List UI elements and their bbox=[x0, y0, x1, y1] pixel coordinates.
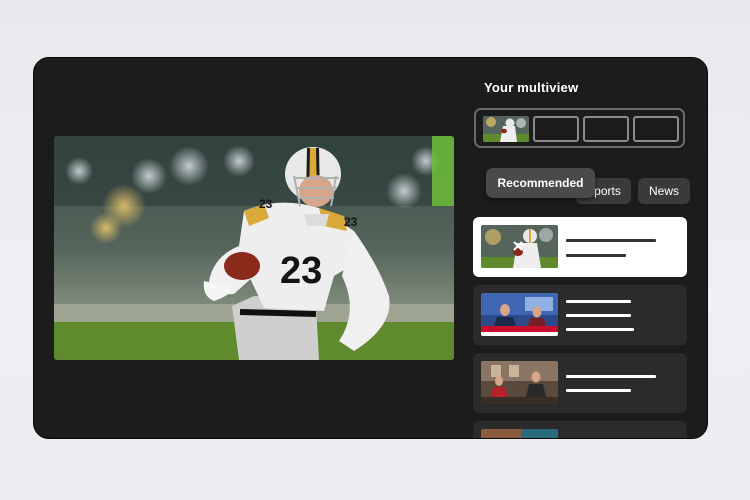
multiview-slot-1[interactable] bbox=[483, 116, 529, 142]
football-thumbnail-image bbox=[481, 225, 558, 268]
card-title-line bbox=[566, 375, 656, 378]
multiview-slot-2[interactable] bbox=[533, 116, 579, 142]
card-thumbnail-football bbox=[481, 225, 558, 268]
panel-title: Your multiview bbox=[484, 80, 579, 95]
jersey-number: 23 bbox=[280, 250, 322, 292]
multiview-slot-4[interactable] bbox=[633, 116, 679, 142]
shoulder-number-right: 23 bbox=[344, 215, 358, 229]
card-title-line bbox=[566, 239, 656, 242]
card-thumbnail-talk-show bbox=[481, 361, 558, 404]
card-subtitle-line bbox=[566, 389, 631, 392]
tab-recommended-tooltip[interactable]: Recommended bbox=[486, 168, 595, 198]
multiview-panel: Your multiview Sports News Recommended bbox=[472, 58, 692, 438]
partial-thumbnail-image bbox=[481, 429, 558, 438]
main-video-player[interactable]: 23 23 23 bbox=[54, 136, 454, 360]
card-title-line bbox=[566, 300, 631, 303]
multiview-slots bbox=[474, 108, 685, 148]
recommended-card-4[interactable] bbox=[473, 421, 687, 438]
news-anchors-image bbox=[481, 293, 558, 336]
recommended-card-1[interactable] bbox=[473, 217, 687, 277]
card-subtitle-line bbox=[566, 254, 626, 257]
card-thumbnail-partial bbox=[481, 429, 558, 438]
card-meta-line bbox=[566, 328, 634, 331]
recommended-card-3[interactable] bbox=[473, 353, 687, 413]
slot-thumbnail-football bbox=[483, 116, 529, 142]
recommended-card-2[interactable] bbox=[473, 285, 687, 345]
football-player-image: 23 23 23 bbox=[54, 136, 454, 360]
tab-news[interactable]: News bbox=[638, 178, 690, 204]
tv-screen: 23 23 23 Your multiview Sports News Reco… bbox=[33, 57, 708, 439]
talk-show-image bbox=[481, 361, 558, 404]
card-subtitle-line bbox=[566, 314, 631, 317]
multiview-slot-3[interactable] bbox=[583, 116, 629, 142]
card-thumbnail-news bbox=[481, 293, 558, 336]
shoulder-number-left: 23 bbox=[259, 197, 273, 211]
